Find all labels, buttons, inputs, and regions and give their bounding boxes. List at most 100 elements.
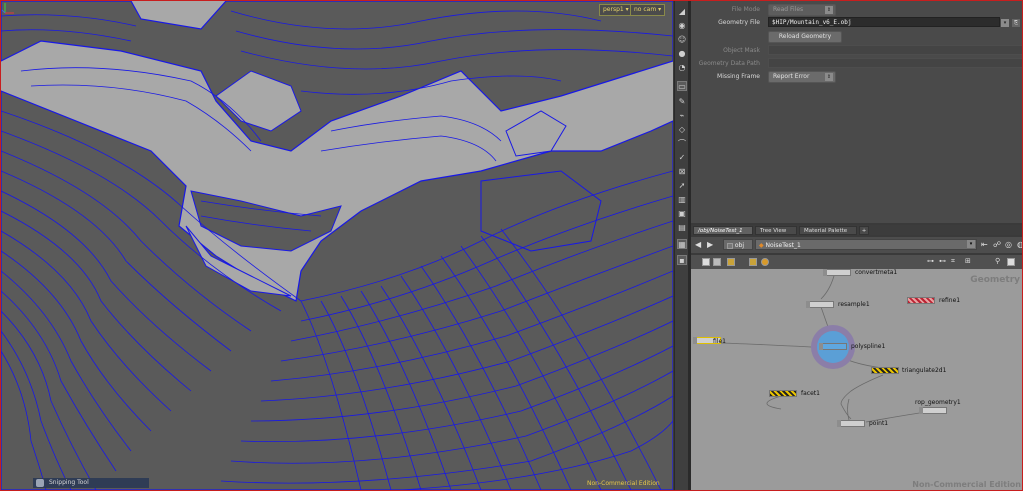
node-resample[interactable] — [806, 301, 834, 308]
node-label-facet: facet1 — [801, 390, 820, 397]
node-label-rop-geometry: rop_geometry1 — [915, 399, 961, 406]
network-editor[interactable]: Geometry convertmeta1 resample1 refine1 … — [691, 269, 1022, 490]
arrow-icon[interactable]: ➚ — [677, 181, 687, 191]
notes-icon[interactable] — [749, 258, 757, 266]
node-label-refine: refine1 — [939, 297, 961, 304]
missing-frame-dropdown[interactable]: Report Error ⇕ — [768, 71, 836, 83]
tab-network[interactable]: /obj/NoiseTest_1 — [693, 226, 753, 235]
node-rop-geometry[interactable] — [919, 407, 947, 414]
palette-icon[interactable] — [761, 258, 769, 266]
camera-menu[interactable]: persp1 ▾ — [599, 4, 633, 16]
geometry-file-label: Geometry File — [718, 19, 760, 26]
taskbar-item-label: Snipping Tool — [49, 479, 89, 486]
camera-icon[interactable]: ◉ — [677, 21, 687, 31]
align-icon[interactable]: ⌗ — [951, 257, 955, 266]
node-flag — [919, 407, 923, 414]
help-icon[interactable]: ◎ — [1005, 240, 1012, 249]
file-mode-row: File Mode Read Files ⇕ — [691, 4, 1022, 16]
node-label-point: point1 — [869, 420, 889, 427]
tab-tree-view[interactable]: Tree View — [755, 226, 797, 235]
grid-mode-icon[interactable] — [727, 258, 735, 266]
object-mask-label: Object Mask — [723, 47, 760, 54]
node-flag — [693, 337, 697, 344]
ortho-icon[interactable]: ▥ — [677, 195, 687, 205]
file-dropdown-icon[interactable]: ▾ — [1001, 19, 1009, 27]
missing-frame-row: Missing Frame Report Error ⇕ — [691, 71, 1022, 83]
node-label-polyspline: polyspline1 — [851, 343, 886, 350]
node-label-file: file1 — [713, 338, 726, 345]
sphere-icon[interactable]: ● — [677, 49, 687, 59]
back-icon[interactable]: ◀ — [695, 240, 701, 249]
node-polyspline[interactable] — [819, 343, 847, 350]
path-bar: ◀ ▶ obj ◆ NoiseTest_1 ▾ ⇤ ☍ ◎ ◍ — [691, 237, 1022, 253]
image-icon[interactable]: ▤ — [677, 223, 687, 233]
scene-viewport[interactable]: persp1 ▾ no cam ▾ Snipping Tool Non-Comm… — [1, 1, 673, 490]
list-mode-icon[interactable] — [702, 258, 710, 266]
globe-icon[interactable]: ◍ — [1017, 240, 1022, 249]
layout-nodes-icon[interactable]: ⊷ — [939, 257, 946, 265]
link-icon[interactable]: ☍ — [993, 240, 1001, 249]
geometry-file-row: Geometry File $HIP/Mountain_v6_E.obj ▾ ⎘ — [691, 17, 1022, 29]
tile-mode-icon[interactable] — [713, 258, 721, 266]
node-label-resample: resample1 — [838, 301, 870, 308]
node-facet[interactable] — [769, 390, 797, 397]
toggle-icon[interactable]: ▪ — [677, 255, 687, 265]
missing-frame-value: Report Error — [773, 73, 810, 80]
multi-snap-icon[interactable]: ⊠ — [677, 167, 687, 177]
forward-icon[interactable]: ▶ — [707, 240, 713, 249]
object-mask-input[interactable] — [768, 45, 1022, 55]
node-flag — [823, 269, 827, 276]
head-icon[interactable]: ☺ — [677, 35, 687, 45]
node-label-convertmeta: convertmeta1 — [855, 269, 898, 276]
pin-icon[interactable]: ⇤ — [981, 240, 988, 249]
geometry-data-path-label: Geometry Data Path — [698, 60, 760, 67]
object-mask-row: Object Mask — [691, 45, 1022, 57]
node-triangulate[interactable] — [871, 367, 899, 374]
node-point[interactable] — [837, 420, 865, 427]
missing-frame-label: Missing Frame — [717, 73, 760, 80]
brush-icon[interactable]: ✎ — [677, 97, 687, 107]
path-node-label: NoiseTest_1 — [765, 242, 801, 249]
node-flag — [837, 420, 841, 427]
wireframe-icon[interactable]: ▭ — [677, 81, 687, 91]
file-mode-label: File Mode — [731, 6, 760, 13]
display-options-icon[interactable]: ◢ — [677, 7, 687, 17]
lock-icon[interactable]: ▣ — [677, 209, 687, 219]
cam-menu[interactable]: no cam ▾ — [630, 4, 666, 16]
add-tab-icon[interactable]: + — [859, 226, 869, 235]
network-toolbar: ⊶ ⊷ ⌗ ⊞ ⚲ — [691, 255, 1022, 269]
taskbar-item[interactable]: Snipping Tool — [33, 478, 149, 488]
node-refine[interactable] — [907, 297, 935, 304]
reload-row: Reload Geometry — [691, 31, 1022, 43]
node-label-triangulate: triangulate2d1 — [902, 367, 947, 374]
geometry-data-path-row: Geometry Data Path — [691, 58, 1022, 70]
path-dropdown-icon[interactable]: ▾ — [967, 240, 975, 248]
node-convertmeta[interactable] — [823, 269, 851, 276]
curve-snap-icon[interactable]: ⌒ — [677, 139, 687, 149]
zoom-icon[interactable]: ⚲ — [995, 257, 1000, 265]
node-flag — [806, 301, 810, 308]
grid-snap-icon[interactable]: ◇ — [677, 125, 687, 135]
path-root-label: obj — [734, 242, 745, 249]
network-tab-bar: /obj/NoiseTest_1 Tree View Material Pale… — [691, 225, 1022, 235]
geometry-data-path-input[interactable] — [768, 58, 1022, 68]
file-mode-dropdown[interactable]: Read Files ⇕ — [768, 4, 836, 16]
snipping-tool-icon — [36, 479, 44, 487]
geometry-file-input[interactable]: $HIP/Mountain_v6_E.obj — [768, 17, 1000, 27]
split-view-icon[interactable] — [1007, 258, 1015, 266]
geo-node-icon: ◆ — [759, 242, 764, 249]
eye-icon[interactable]: ◔ — [677, 63, 687, 73]
snap-icon[interactable]: ⌁ — [677, 111, 687, 121]
grid-icon[interactable]: ⊞ — [965, 257, 971, 265]
path-node[interactable]: ◆ NoiseTest_1 — [755, 239, 977, 250]
layout-icon[interactable]: ▦ — [677, 239, 687, 249]
tab-material-palette[interactable]: Material Palette — [799, 226, 857, 235]
connect-icon[interactable]: ⊶ — [927, 257, 934, 265]
reload-geometry-button[interactable]: Reload Geometry — [768, 31, 842, 43]
axis-gizmo-icon — [1, 3, 14, 14]
path-root[interactable]: obj — [723, 239, 753, 250]
point-snap-icon[interactable]: ✓ — [677, 153, 687, 163]
folder-icon — [727, 242, 733, 249]
houdini-window: persp1 ▾ no cam ▾ Snipping Tool Non-Comm… — [0, 0, 1023, 491]
file-chooser-icon[interactable]: ⎘ — [1012, 19, 1020, 27]
